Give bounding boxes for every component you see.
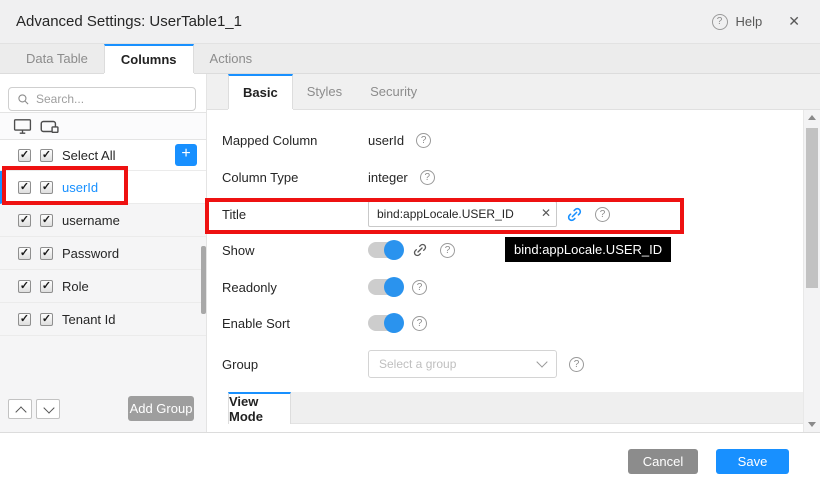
column-row-username[interactable]: ✓ ✓ username	[0, 204, 206, 237]
mobile-checkbox[interactable]: ✓	[40, 247, 53, 260]
tab-actions[interactable]: Actions	[194, 44, 269, 73]
header-actions: ? Help ✕	[712, 13, 820, 30]
columns-sidebar: ✓ ✓ Select All + ✓ ✓ userId ✓ ✓ username…	[0, 74, 207, 432]
show-row: Show ?	[222, 240, 780, 260]
field-label: Column Type	[222, 170, 368, 185]
enable-sort-row: Enable Sort ?	[222, 313, 780, 333]
search-area	[0, 74, 206, 113]
group-select-placeholder: Select a group	[379, 357, 538, 371]
help-icon[interactable]: ?	[420, 170, 435, 185]
help-icon[interactable]: ?	[595, 207, 610, 222]
column-row-password[interactable]: ✓ ✓ Password	[0, 237, 206, 270]
readonly-toggle[interactable]	[368, 279, 402, 295]
tab-view-mode[interactable]: View Mode	[228, 392, 291, 424]
mobile-checkbox[interactable]: ✓	[40, 313, 53, 326]
field-label: Group	[222, 357, 368, 372]
sidebar-scrollbar-thumb[interactable]	[201, 246, 206, 314]
show-toggle[interactable]	[368, 242, 402, 258]
binding-tooltip: bind:appLocale.USER_ID	[505, 237, 671, 262]
view-mode-tab-bg	[291, 392, 803, 424]
desktop-checkbox[interactable]: ✓	[18, 247, 31, 260]
cancel-button[interactable]: Cancel	[628, 449, 698, 474]
close-icon[interactable]: ✕	[788, 13, 800, 30]
dialog-body: ✓ ✓ Select All + ✓ ✓ userId ✓ ✓ username…	[0, 74, 820, 432]
link-icon[interactable]	[412, 242, 428, 258]
search-icon	[17, 93, 30, 106]
link-icon[interactable]	[566, 206, 583, 223]
column-label[interactable]: Password	[62, 246, 119, 261]
desktop-checkbox[interactable]: ✓	[18, 214, 31, 227]
page-title: Advanced Settings: UserTable1_1	[16, 13, 242, 30]
add-group-button[interactable]: Add Group	[128, 396, 194, 421]
desktop-checkbox[interactable]: ✓	[18, 313, 31, 326]
desktop-checkbox[interactable]: ✓	[18, 181, 31, 194]
search-input[interactable]	[36, 92, 191, 106]
view-mode-tab-bar: View Mode	[207, 392, 803, 424]
column-label[interactable]: Tenant Id	[62, 312, 116, 327]
mobile-checkbox[interactable]: ✓	[40, 214, 53, 227]
column-row-role[interactable]: ✓ ✓ Role	[0, 270, 206, 303]
scrollbar-thumb[interactable]	[806, 128, 818, 288]
field-label: Mapped Column	[222, 133, 368, 148]
column-row-userid[interactable]: ✓ ✓ userId	[0, 171, 206, 204]
content-scrollbar	[803, 110, 820, 432]
enable-sort-toggle[interactable]	[368, 315, 402, 331]
main-tab-bar: Data Table Columns Actions	[0, 44, 820, 74]
tab-styles[interactable]: Styles	[293, 74, 356, 109]
group-select[interactable]: Select a group	[368, 350, 557, 378]
mapped-column-row: Mapped Column userId ?	[222, 126, 780, 154]
field-label: Title	[222, 207, 368, 222]
mobile-checkbox[interactable]: ✓	[40, 280, 53, 293]
tab-basic[interactable]: Basic	[228, 74, 293, 109]
scrollbar-down-button[interactable]	[804, 417, 820, 432]
field-label: Show	[222, 243, 368, 258]
tab-columns[interactable]: Columns	[104, 44, 194, 73]
readonly-row: Readonly ?	[222, 277, 780, 297]
clear-icon[interactable]: ✕	[541, 206, 551, 220]
mapped-column-value: userId	[368, 133, 404, 148]
dialog-footer: Cancel Save	[0, 432, 820, 490]
tab-security[interactable]: Security	[356, 74, 431, 109]
desktop-checkbox[interactable]: ✓	[18, 149, 31, 162]
column-type-value: integer	[368, 170, 408, 185]
scrollbar-up-button[interactable]	[804, 110, 820, 125]
help-icon[interactable]: ?	[440, 243, 455, 258]
move-down-button[interactable]	[36, 399, 60, 419]
column-label[interactable]: Role	[62, 279, 89, 294]
mobile-checkbox[interactable]: ✓	[40, 149, 53, 162]
device-visibility-header	[0, 113, 206, 140]
select-all-row: ✓ ✓ Select All +	[0, 140, 206, 171]
column-label[interactable]: userId	[62, 180, 98, 195]
help-icon[interactable]: ?	[569, 357, 584, 372]
help-icon[interactable]: ?	[712, 14, 728, 30]
mobile-checkbox[interactable]: ✓	[40, 181, 53, 194]
settings-tab-bar: Basic Styles Security	[207, 74, 820, 110]
desktop-checkbox[interactable]: ✓	[18, 280, 31, 293]
help-icon[interactable]: ?	[412, 316, 427, 331]
add-column-button[interactable]: +	[175, 144, 197, 166]
search-box	[8, 87, 196, 111]
help-icon[interactable]: ?	[416, 133, 431, 148]
reorder-controls	[8, 399, 60, 419]
move-up-button[interactable]	[8, 399, 32, 419]
help-icon[interactable]: ?	[412, 280, 427, 295]
dialog-header: Advanced Settings: UserTable1_1 ? Help ✕	[0, 0, 820, 44]
title-input[interactable]	[368, 201, 557, 227]
save-button[interactable]: Save	[716, 449, 789, 474]
chevron-down-icon	[536, 356, 547, 367]
select-all-label[interactable]: Select All	[62, 148, 115, 163]
column-row-tenant-id[interactable]: ✓ ✓ Tenant Id	[0, 303, 206, 336]
help-link[interactable]: Help	[736, 14, 763, 29]
mobile-icon	[40, 118, 60, 135]
title-row: Title ✕ ?	[222, 200, 780, 228]
desktop-icon	[13, 118, 32, 135]
tab-data-table[interactable]: Data Table	[10, 44, 104, 73]
title-input-wrap: ✕	[368, 201, 557, 227]
column-type-row: Column Type integer ?	[222, 163, 780, 191]
column-label[interactable]: username	[62, 213, 120, 228]
group-row: Group Select a group ?	[222, 350, 780, 378]
advanced-settings-dialog: Advanced Settings: UserTable1_1 ? Help ✕…	[0, 0, 820, 490]
field-label: Readonly	[222, 280, 368, 295]
field-label: Enable Sort	[222, 316, 368, 331]
